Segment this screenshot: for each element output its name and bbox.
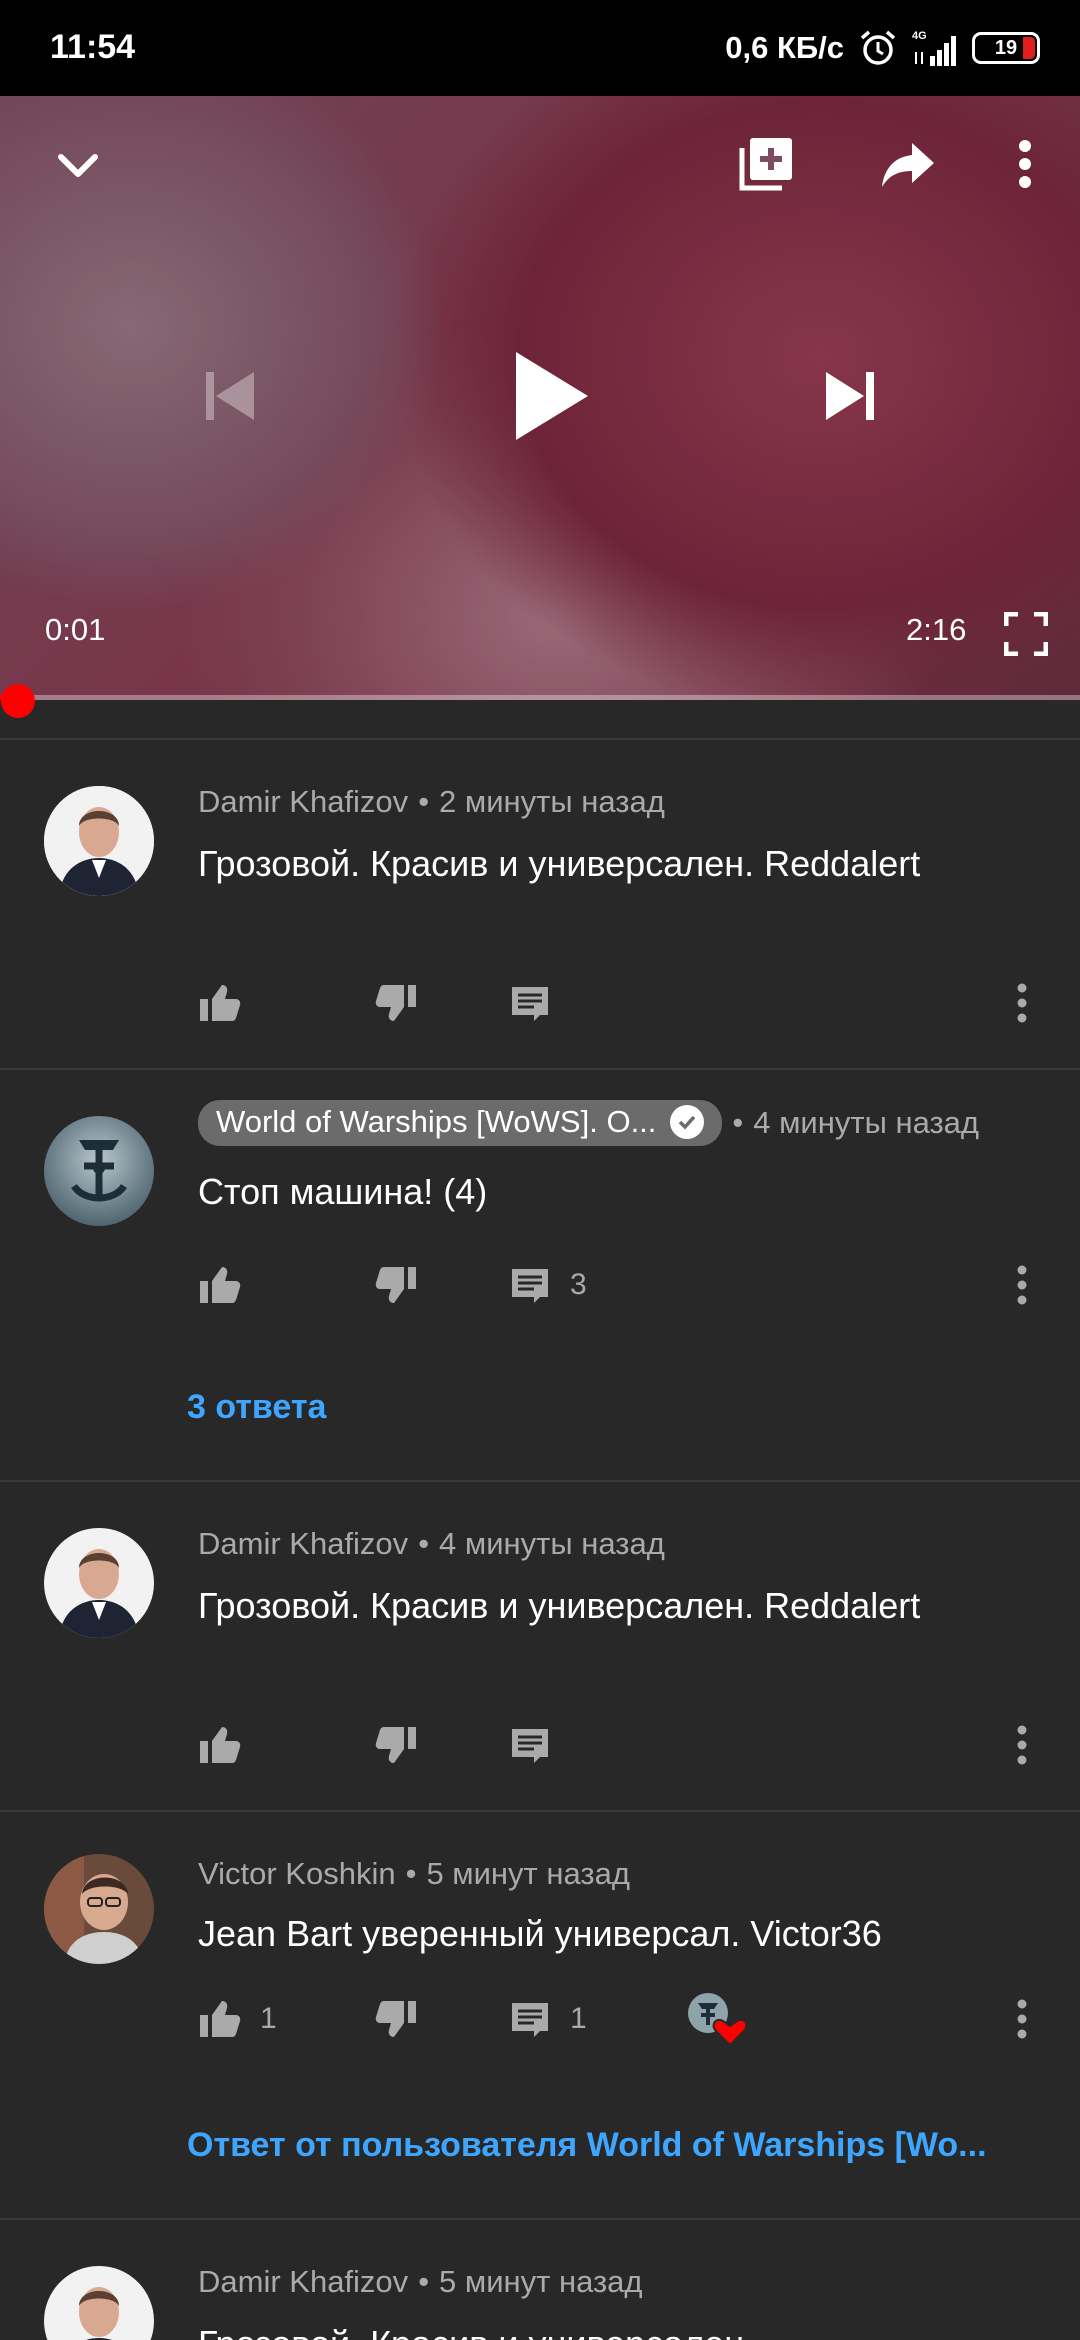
view-replies-link[interactable]: 3 ответа: [187, 1388, 326, 1427]
status-bar: 11:54 0,6 КБ/с 4G 19: [0, 0, 1080, 96]
more-vert-icon[interactable]: [990, 124, 1060, 204]
avatar[interactable]: [44, 1528, 154, 1638]
comment-item: Damir Khafizov • 5 минут назад Грозовой.…: [0, 2220, 1080, 2340]
like-button[interactable]: [198, 1260, 260, 1310]
meta-separator: •: [732, 1105, 744, 1140]
current-time: 0:01: [45, 612, 106, 647]
comment-author[interactable]: Damir Khafizov: [198, 784, 408, 820]
more-vert-icon[interactable]: [1016, 978, 1028, 1028]
creator-heart-icon: [688, 1993, 748, 2047]
reply-count: 1: [570, 2002, 587, 2035]
more-vert-icon[interactable]: [1016, 1994, 1028, 2044]
progress-scrubber[interactable]: [1, 684, 35, 718]
comment-time: 5 минут назад: [426, 1856, 630, 1891]
network-type-label: 4G: [912, 30, 927, 42]
reply-button[interactable]: [508, 1720, 570, 1770]
battery-level: 19: [994, 36, 1018, 59]
comment-item: World of Warships [WoWS]. О... • 4 минут…: [0, 1070, 1080, 1482]
comment-icon: [512, 987, 548, 1021]
fullscreen-icon[interactable]: [996, 604, 1056, 664]
network-speed: 0,6 КБ/с: [725, 30, 844, 65]
add-to-playlist-icon[interactable]: [726, 124, 806, 204]
comment-actions: 1 1: [198, 1993, 1058, 2047]
more-vert-icon[interactable]: [1016, 1720, 1028, 1770]
comment-author[interactable]: Damir Khafizov: [198, 1526, 408, 1562]
skip-previous-icon: [190, 356, 270, 436]
comments-list: Damir Khafizov • 2 минуты назад Грозовой…: [0, 740, 1080, 2340]
thumb-up-icon: [200, 1727, 241, 1763]
battery-indicator: 19: [972, 32, 1040, 64]
meta-separator: •: [418, 2264, 430, 2299]
share-icon[interactable]: [868, 124, 948, 204]
thumb-down-icon: [375, 1267, 416, 1303]
avatar[interactable]: [44, 1116, 154, 1226]
reply-button[interactable]: 3: [508, 1260, 587, 1310]
thumb-up-icon: [200, 1267, 241, 1303]
battery-fill: [1023, 37, 1035, 59]
avatar[interactable]: [44, 786, 154, 896]
comment-text: Грозовой. Красив и универсален. Reddaler…: [198, 1585, 921, 1626]
comment-item: Damir Khafizov • 2 минуты назад Грозовой…: [0, 740, 1080, 1070]
thumb-down-icon: [375, 985, 416, 1021]
reply-count: 3: [570, 1268, 587, 1301]
status-time: 11:54: [50, 28, 136, 66]
comment-actions: [198, 978, 1058, 1028]
comment-text: Грозовой. Красив и универсален.: [198, 2316, 1058, 2340]
comment-text: Грозовой. Красив и универсален. Reddaler…: [198, 843, 921, 884]
like-count: 1: [260, 2002, 277, 2035]
channel-owner-chip[interactable]: World of Warships [WoWS]. О...: [198, 1100, 723, 1146]
comment-time: 4 минуты назад: [439, 1526, 665, 1561]
signal-icon: 4G: [912, 30, 956, 66]
thumb-up-icon: [200, 985, 241, 1021]
reply-button[interactable]: 1: [508, 1994, 587, 2044]
comment-time: 5 минут назад: [439, 2264, 643, 2299]
video-player[interactable]: 0:01 2:16: [0, 96, 1080, 700]
comment-icon: [512, 1729, 548, 1763]
reply-button[interactable]: [508, 978, 570, 1028]
avatar[interactable]: [44, 1854, 154, 1964]
comment-text: Стоп машина! (4): [198, 1171, 488, 1212]
comment-time: 4 минуты назад: [753, 1105, 980, 1140]
skip-next-icon[interactable]: [810, 356, 890, 436]
thumb-up-icon: [200, 2001, 241, 2037]
play-icon[interactable]: [490, 336, 610, 456]
comment-time: 2 минуты назад: [439, 784, 665, 819]
creator-heart-badge: [686, 1993, 748, 2047]
dislike-button[interactable]: [374, 1720, 418, 1770]
dislike-button[interactable]: [374, 1260, 418, 1310]
dislike-button[interactable]: [374, 978, 418, 1028]
comment-actions: 3: [198, 1260, 1058, 1310]
like-button[interactable]: [198, 1720, 260, 1770]
comment-author[interactable]: Damir Khafizov: [198, 2264, 408, 2300]
chevron-down-icon[interactable]: [38, 126, 118, 206]
verified-check-icon: [670, 1105, 705, 1139]
view-replies-link[interactable]: Ответ от пользователя World of Warships …: [187, 2126, 987, 2165]
comment-item: Victor Koshkin • 5 минут назад Jean Bart…: [0, 1812, 1080, 2220]
video-duration: 2:16: [906, 612, 967, 647]
dislike-button[interactable]: [374, 1994, 418, 2044]
avatar[interactable]: [44, 2266, 154, 2340]
thumb-down-icon: [375, 2001, 416, 2037]
status-indicators: 0,6 КБ/с 4G 19: [725, 26, 1040, 70]
meta-separator: •: [418, 784, 430, 819]
comment-icon: [512, 2003, 548, 2037]
comment-author: World of Warships [WoWS]. О...: [216, 1104, 657, 1139]
comment-icon: [512, 1269, 548, 1303]
comment-item: Damir Khafizov • 4 минуты назад Грозовой…: [0, 1482, 1080, 1812]
comment-author[interactable]: Victor Koshkin: [198, 1856, 396, 1892]
like-button[interactable]: [198, 978, 260, 1028]
alarm-icon: [860, 30, 896, 65]
more-vert-icon[interactable]: [1016, 1260, 1028, 1310]
meta-separator: •: [418, 1526, 430, 1561]
meta-separator: •: [405, 1856, 417, 1891]
thumb-down-icon: [375, 1727, 416, 1763]
comment-actions: [198, 1720, 1058, 1770]
comment-text: Jean Bart уверенный универсал. Victor36: [198, 1913, 882, 1954]
like-button[interactable]: 1: [198, 1994, 277, 2044]
